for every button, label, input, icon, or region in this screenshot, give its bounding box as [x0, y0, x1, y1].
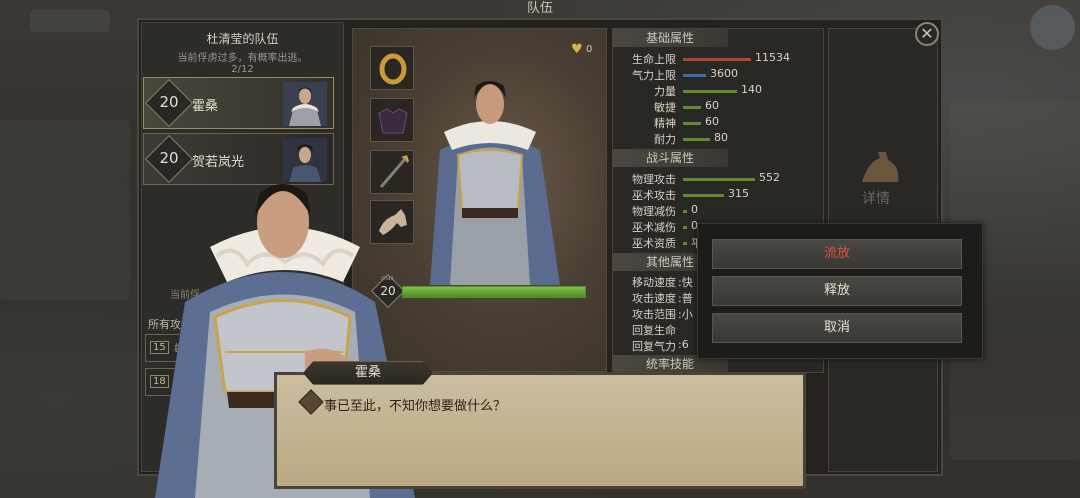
stat-value: :普 — [678, 292, 693, 305]
stat-bar — [683, 58, 751, 61]
stat-bar — [683, 194, 724, 197]
stat-bar — [683, 242, 687, 245]
ring-icon — [379, 53, 407, 85]
hero-figure — [430, 81, 560, 285]
cancel-button[interactable]: 取消 — [712, 313, 962, 343]
stat-label: 力量 — [654, 85, 676, 98]
stat-value: 11534 — [755, 51, 790, 64]
stat-bar — [683, 74, 706, 77]
section-header-battle: 战斗属性 — [612, 149, 728, 167]
stat-value: 315 — [728, 187, 749, 200]
dialog-box[interactable] — [274, 372, 806, 489]
release-button[interactable]: 释放 — [712, 276, 962, 306]
equip-slot-ring[interactable] — [370, 46, 414, 90]
member-level: 20 — [159, 93, 179, 111]
team-title: 杜清莹的队伍 — [206, 32, 279, 46]
equip-slot-armor[interactable] — [370, 98, 414, 142]
stat-label: 生命上限 — [632, 53, 676, 66]
stat-label: 移动速度 — [632, 276, 676, 289]
stat-label: 回复生命 — [632, 324, 676, 337]
stat-bar — [683, 210, 687, 213]
stat-label: 气力上限 — [632, 69, 676, 82]
stat-value: 3600 — [710, 67, 738, 80]
member-name: 贺若岚光 — [192, 155, 245, 170]
stat-value: 60 — [705, 115, 719, 128]
stat-label: 攻击范围 — [632, 308, 676, 321]
detail-button[interactable]: 详情 — [862, 188, 890, 208]
world-building — [0, 120, 130, 300]
speaker-name: 霍桑 — [303, 361, 433, 385]
stat-label: 物理减伤 — [632, 205, 676, 218]
exile-button[interactable]: 流放 — [712, 239, 962, 269]
member-name: 霍桑 — [192, 99, 219, 114]
flex-arm-icon[interactable] — [858, 148, 904, 190]
stat-label: 回复气力 — [632, 340, 676, 353]
heart-icon: ♥ — [571, 42, 583, 57]
armor-icon — [378, 108, 408, 134]
team-member-card[interactable]: 20 霍桑 — [143, 77, 334, 129]
window-title: 队伍 — [526, 1, 553, 16]
stat-bar — [683, 178, 755, 181]
section-header-basic: 基础属性 — [612, 29, 728, 47]
stat-label: 巫术减伤 — [632, 221, 676, 234]
member-portrait — [283, 82, 327, 126]
stat-value: 60 — [705, 99, 719, 112]
team-warning: 当前俘虏过多，有概率出逃。 — [177, 53, 308, 64]
stat-bar — [683, 106, 701, 109]
team-count: 2/12 — [231, 64, 254, 75]
stat-label: 巫术攻击 — [632, 189, 676, 202]
stat-label: 敏捷 — [654, 101, 676, 114]
stat-value: :小 — [678, 308, 693, 321]
stat-label: 攻击速度 — [632, 292, 676, 305]
stat-label: 物理攻击 — [632, 173, 676, 186]
stat-value: 0 — [691, 203, 698, 216]
stat-bar — [683, 226, 687, 229]
hero-likes: 0 — [586, 44, 593, 55]
stat-value: 80 — [714, 131, 728, 144]
stat-value: :6 — [678, 338, 689, 351]
hero-exp-fill — [403, 287, 585, 297]
stat-bar — [683, 122, 701, 125]
stat-value: 552 — [759, 171, 780, 184]
member-level: 20 — [159, 149, 179, 167]
close-icon[interactable]: ✕ — [915, 22, 939, 46]
stat-label: 精神 — [654, 117, 676, 130]
dialog-text: 事已至此，不知你想要做什么？ — [324, 399, 507, 414]
stat-bar — [683, 90, 737, 93]
stat-value: 140 — [741, 83, 762, 96]
stat-label: 巫术资质 — [632, 237, 676, 250]
stat-value: :快 — [678, 276, 693, 289]
stat-label: 耐力 — [654, 133, 676, 146]
stat-bar — [683, 138, 710, 141]
